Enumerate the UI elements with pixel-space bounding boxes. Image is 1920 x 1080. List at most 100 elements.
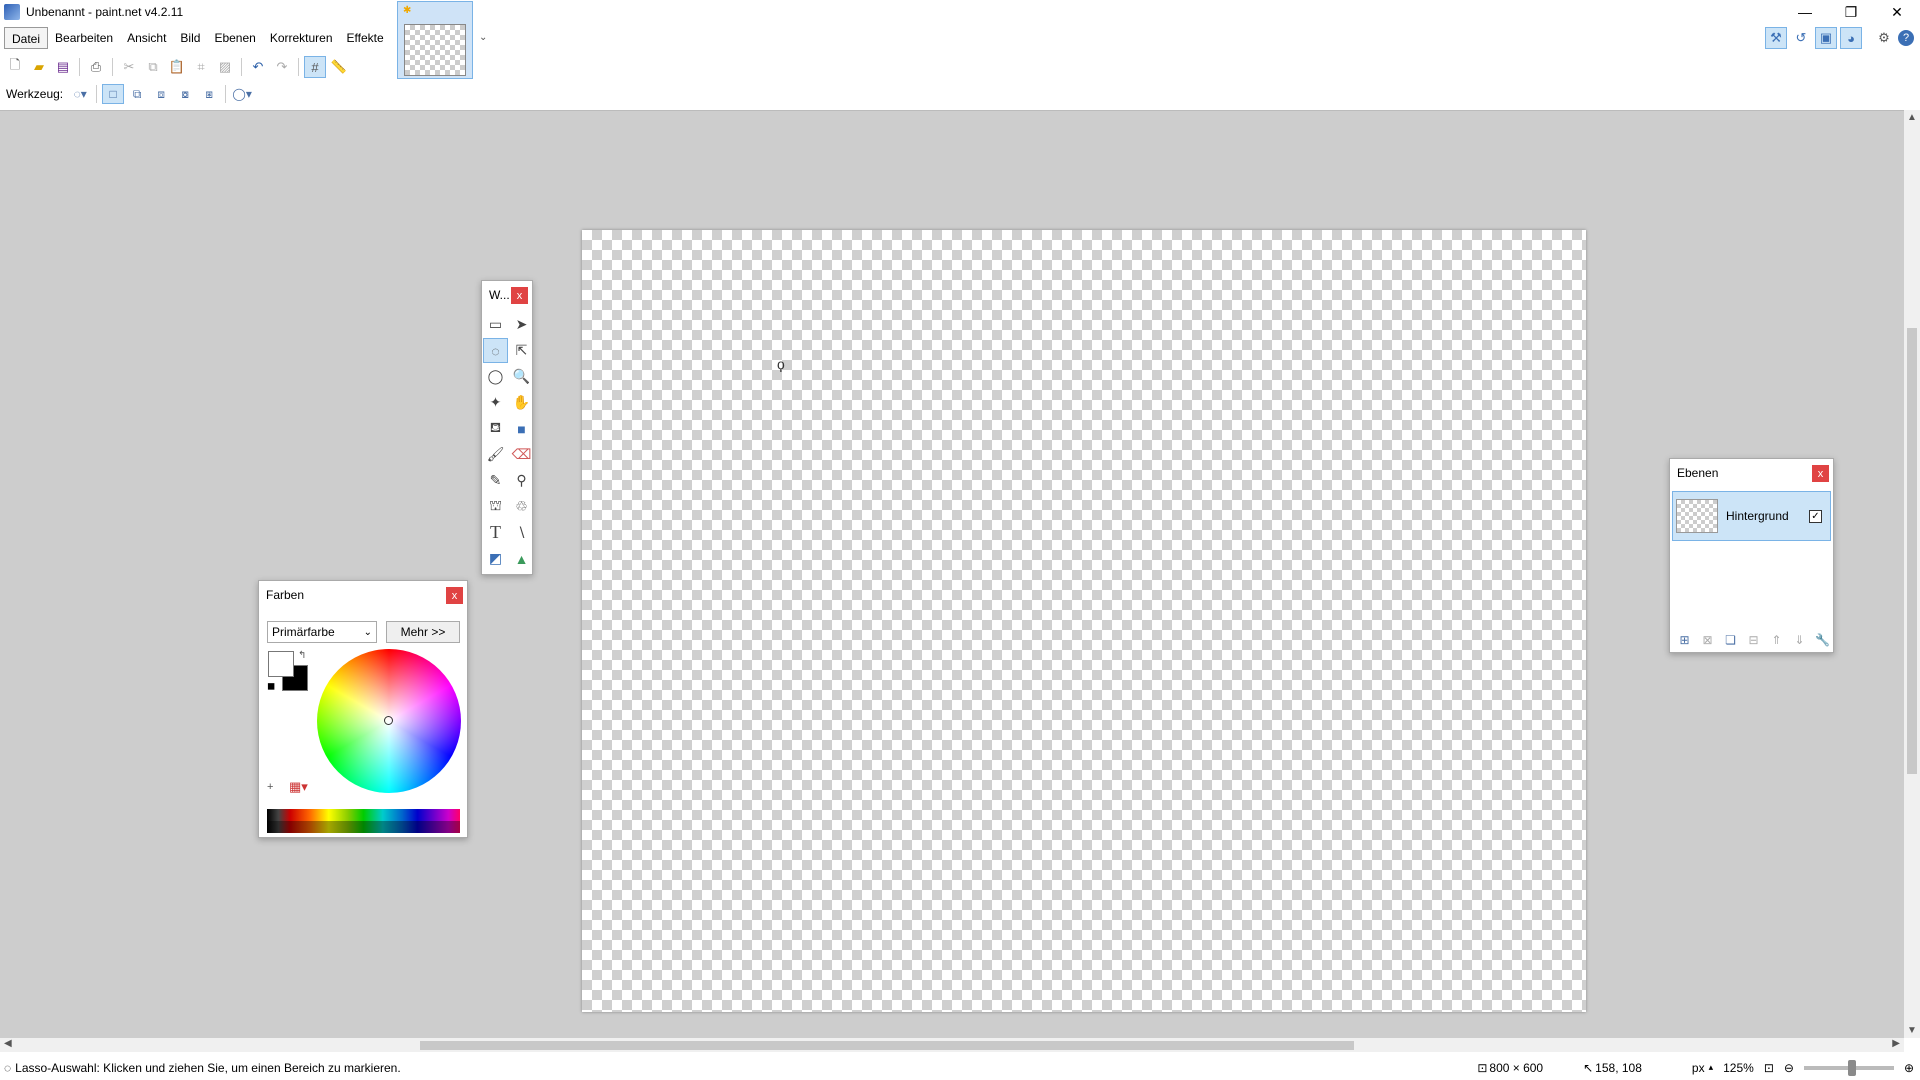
color-wheel-marker[interactable] [384, 716, 393, 725]
eraser-tool-icon[interactable]: ⌫ [509, 442, 534, 467]
menu-korrekturen[interactable]: Korrekturen [263, 27, 340, 49]
palette-menu-icon[interactable]: ▦▾ [289, 779, 308, 795]
current-tool-lasso-icon[interactable]: ◌▾ [69, 84, 91, 104]
move-layer-down-icon[interactable]: ⇓ [1789, 631, 1810, 649]
minimize-button[interactable]: — [1782, 0, 1828, 24]
cut-icon[interactable]: ✂ [118, 56, 140, 78]
menu-bild[interactable]: Bild [173, 27, 207, 49]
paintbrush-tool-icon[interactable]: 🖌 [483, 442, 508, 467]
magic-wand-tool-icon[interactable]: ✦ [483, 390, 508, 415]
recolor-tool-icon[interactable]: ♲ [509, 494, 534, 519]
layer-visibility-checkbox[interactable]: ✓ [1809, 509, 1822, 523]
layers-window-titlebar[interactable]: Ebenen x [1670, 459, 1833, 487]
layer-row[interactable]: Hintergrund ✓ [1672, 491, 1831, 541]
image-canvas[interactable] [582, 230, 1586, 1012]
menu-effekte[interactable]: Effekte [340, 27, 391, 49]
ellipse-select-tool-icon[interactable]: ◯ [483, 364, 508, 389]
colors-window-toggle-icon[interactable]: ◕ [1840, 27, 1862, 49]
selection-mode-replace-icon[interactable]: □ [102, 84, 125, 104]
menu-bearbeiten[interactable]: Bearbeiten [48, 27, 120, 49]
menu-datei[interactable]: Datei [4, 27, 49, 49]
pan-tool-icon[interactable]: ✋ [509, 390, 534, 415]
move-selection-tool-icon[interactable]: ⇱ [509, 338, 534, 363]
tools-window-toggle-icon[interactable]: ⚒ [1765, 27, 1787, 49]
close-button[interactable]: ✕ [1874, 0, 1920, 24]
color-mode-select[interactable]: Primärfarbe ⌄ [267, 621, 377, 643]
antialiasing-icon[interactable]: ◯▾ [231, 84, 253, 104]
restore-button[interactable]: ❐ [1828, 0, 1874, 24]
document-thumbnail-tab[interactable]: ✱ [397, 1, 473, 79]
vertical-scroll-thumb[interactable] [1907, 328, 1917, 774]
zoom-level[interactable]: 125% [1723, 1061, 1754, 1075]
rectangle-select-tool-icon[interactable]: ▭ [483, 312, 508, 337]
tools-window-close-button[interactable]: x [511, 287, 528, 304]
scroll-right-icon[interactable]: ▶ [1892, 1038, 1900, 1049]
add-layer-icon[interactable]: ⊞ [1674, 631, 1695, 649]
layers-window-toggle-icon[interactable]: ▣ [1815, 27, 1837, 49]
pencil-tool-icon[interactable]: ✎ [483, 468, 508, 493]
menu-ebenen[interactable]: Ebenen [207, 27, 262, 49]
deselect-icon[interactable]: ▨ [214, 56, 236, 78]
shapes-extra-tool-icon[interactable]: ▲ [509, 546, 534, 571]
clone-stamp-tool-icon[interactable]: ⛫ [483, 494, 508, 519]
color-wheel[interactable] [317, 649, 461, 793]
zoom-slider-knob[interactable] [1847, 1059, 1856, 1076]
zoom-to-window-icon[interactable]: ⊡ [1764, 1061, 1774, 1075]
paste-icon[interactable]: 📋 [166, 56, 188, 78]
crop-icon[interactable]: ⌗ [190, 56, 212, 78]
settings-gear-icon[interactable]: ⚙ [1873, 27, 1895, 49]
open-icon[interactable]: ▰ [28, 56, 50, 78]
scroll-left-icon[interactable]: ◀ [4, 1038, 12, 1049]
print-icon[interactable]: ⎙ [85, 56, 107, 78]
merge-layer-down-icon[interactable]: ⊟ [1743, 631, 1764, 649]
text-tool-icon[interactable]: T [483, 520, 508, 545]
scroll-up-icon[interactable]: ▲ [1907, 112, 1917, 123]
selection-mode-union-icon[interactable]: ⧉ [126, 84, 148, 104]
redo-icon[interactable]: ↷ [271, 56, 293, 78]
line-curve-tool-icon[interactable]: ∖ [509, 520, 534, 545]
more-colors-button[interactable]: Mehr >> [386, 621, 460, 643]
units-chevron-icon[interactable]: ▴ [1709, 1062, 1714, 1073]
delete-layer-icon[interactable]: ⊠ [1697, 631, 1718, 649]
swap-colors-icon[interactable]: ↰ [298, 650, 306, 661]
help-icon[interactable]: ? [1898, 30, 1914, 46]
new-icon[interactable]: 🗋 [4, 56, 26, 78]
color-picker-tool-icon[interactable]: ⚲ [509, 468, 534, 493]
reset-colors-icon[interactable]: ◼ [267, 681, 275, 692]
duplicate-layer-icon[interactable]: ❏ [1720, 631, 1741, 649]
zoom-in-icon[interactable]: ⊕ [1904, 1061, 1914, 1075]
paint-bucket-tool-icon[interactable]: ⛾ [483, 416, 508, 441]
document-list-chevron-icon[interactable]: ⌄ [479, 32, 487, 43]
grid-icon[interactable]: # [304, 56, 326, 78]
primary-color-swatch[interactable] [268, 651, 294, 677]
colors-window-close-button[interactable]: x [446, 587, 463, 604]
gradient-tool-icon[interactable]: ■ [509, 416, 534, 441]
history-window-toggle-icon[interactable]: ↺ [1790, 27, 1812, 49]
layers-window-close-button[interactable]: x [1812, 465, 1829, 482]
menu-ansicht[interactable]: Ansicht [120, 27, 173, 49]
selection-mode-xor-icon[interactable]: ⧆ [198, 84, 220, 104]
colors-window-titlebar[interactable]: Farben x [259, 581, 467, 609]
vertical-scrollbar[interactable]: ▲ ▼ [1904, 110, 1920, 1038]
zoom-out-icon[interactable]: ⊖ [1784, 1061, 1794, 1075]
add-to-palette-icon[interactable]: + [267, 781, 273, 793]
zoom-tool-icon[interactable]: 🔍 [509, 364, 534, 389]
undo-icon[interactable]: ↶ [247, 56, 269, 78]
horizontal-scrollbar[interactable]: ◀ ▶ [0, 1038, 1904, 1052]
horizontal-scroll-thumb[interactable] [420, 1041, 1354, 1050]
move-selected-tool-icon[interactable]: ➤ [509, 312, 534, 337]
selection-mode-exclude-icon[interactable]: ⧈ [150, 84, 172, 104]
tools-window-titlebar[interactable]: W... x [482, 281, 532, 309]
save-icon[interactable]: ▤ [52, 56, 74, 78]
lasso-select-tool-icon[interactable]: ◌ [483, 338, 508, 363]
units-select[interactable]: px [1692, 1061, 1705, 1075]
color-palette[interactable] [267, 809, 460, 833]
layer-properties-icon[interactable]: 🔧 [1812, 631, 1833, 649]
copy-icon[interactable]: ⧉ [142, 56, 164, 78]
selection-mode-intersect-icon[interactable]: ⧇ [174, 84, 196, 104]
scroll-down-icon[interactable]: ▼ [1907, 1025, 1917, 1036]
shapes-tool-icon[interactable]: ◩ [483, 546, 508, 571]
ruler-icon[interactable]: 📏 [328, 56, 350, 78]
zoom-slider[interactable] [1803, 1059, 1894, 1076]
move-layer-up-icon[interactable]: ⇑ [1766, 631, 1787, 649]
